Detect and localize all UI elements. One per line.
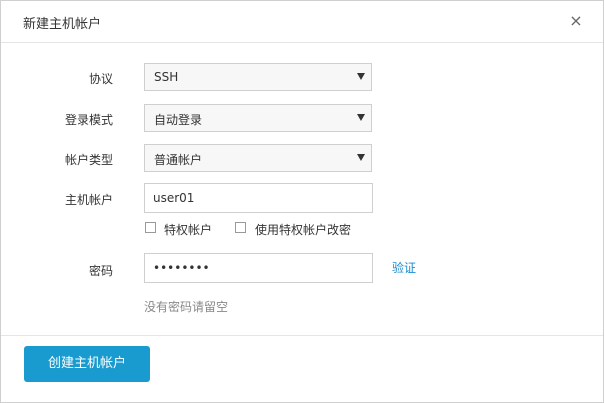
login-mode-value: 自动登录 <box>154 113 203 127</box>
account-type-value: 普通帐户 <box>154 153 203 167</box>
host-account-input[interactable]: user01 <box>144 183 373 213</box>
account-type-label: 帐户类型 <box>64 153 113 167</box>
privileged-account-label: 特权帐户 <box>164 223 213 237</box>
protocol-select[interactable]: SSH <box>144 63 372 91</box>
use-privileged-change-password-checkbox[interactable] <box>235 222 246 233</box>
password-hint: 没有密码请留空 <box>144 300 229 314</box>
dialog-header: 新建主机帐户 × <box>1 1 603 43</box>
host-account-label: 主机帐户 <box>64 193 113 207</box>
dialog-title: 新建主机帐户 <box>23 17 102 32</box>
login-mode-select[interactable]: 自动登录 <box>144 104 372 132</box>
password-label: 密码 <box>88 264 113 278</box>
account-type-select[interactable]: 普通帐户 <box>144 144 372 172</box>
close-icon[interactable]: × <box>569 12 583 30</box>
password-value: •••••••• <box>153 261 210 275</box>
chevron-down-icon <box>357 154 365 161</box>
create-host-account-button[interactable]: 创建主机帐户 <box>24 346 150 382</box>
new-host-account-dialog: 新建主机帐户 × 协议 SSH 登录模式 自动登录 帐户类型 普通帐户 主机帐户… <box>0 0 604 403</box>
password-input[interactable]: •••••••• <box>144 253 373 283</box>
chevron-down-icon <box>357 73 365 80</box>
login-mode-label: 登录模式 <box>64 113 113 127</box>
verify-link[interactable]: 验证 <box>392 259 416 276</box>
protocol-label: 协议 <box>88 72 113 86</box>
privileged-account-checkbox[interactable] <box>145 222 156 233</box>
chevron-down-icon <box>357 114 365 121</box>
footer-divider <box>1 335 603 336</box>
protocol-value: SSH <box>154 70 179 84</box>
use-privileged-change-password-label: 使用特权帐户改密 <box>255 223 352 237</box>
host-account-value: user01 <box>153 191 195 205</box>
